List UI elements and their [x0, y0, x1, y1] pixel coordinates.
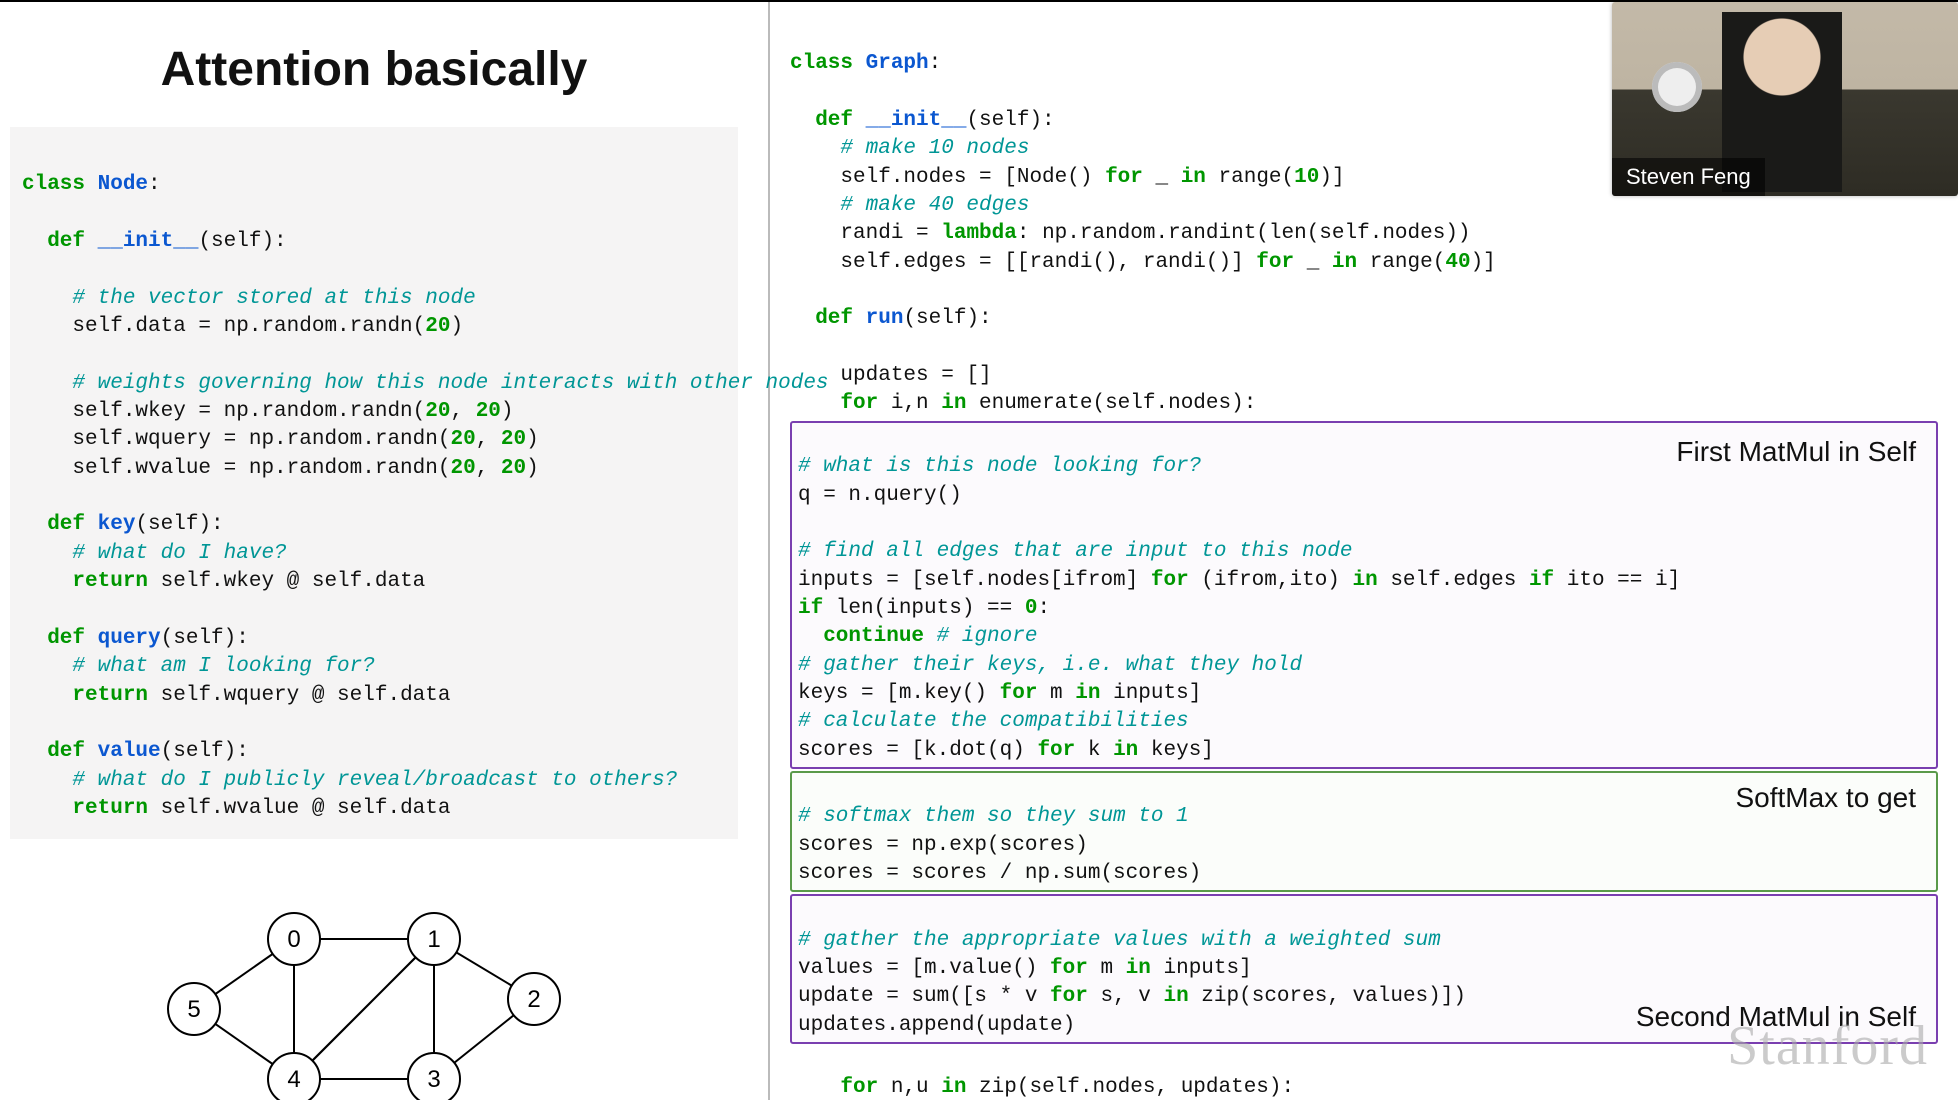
svg-text:4: 4 — [287, 1066, 300, 1093]
first-matmul-label: First MatMul in Self — [1676, 433, 1916, 471]
svg-text:0: 0 — [287, 926, 300, 953]
first-matmul-box: First MatMul in Self# what is this node … — [790, 421, 1938, 769]
softmax-box: SoftMax to get# softmax them so they sum… — [790, 771, 1938, 892]
webcam-overlay: Steven Feng — [1612, 2, 1958, 196]
svg-text:5: 5 — [187, 996, 200, 1023]
svg-text:1: 1 — [427, 926, 440, 953]
node-code-block: class Node: def __init__(self): # the ve… — [10, 127, 738, 839]
directed-graph-icon: 0 1 2 3 4 5 — [114, 879, 634, 1100]
left-column: Attention basically class Node: def __in… — [0, 2, 770, 1100]
svg-text:3: 3 — [427, 1066, 440, 1093]
presenter-name: Steven Feng — [1612, 158, 1765, 196]
right-column: class Graph: def __init__(self): # make … — [770, 2, 1958, 1100]
graph-diagram: 0 1 2 3 4 5 — [10, 879, 738, 1100]
softmax-label: SoftMax to get — [1735, 779, 1916, 817]
room-badge-icon — [1652, 62, 1702, 112]
slide-title: Attention basically — [10, 42, 738, 97]
svg-text:2: 2 — [527, 986, 540, 1013]
stanford-watermark: Stanford — [1727, 1014, 1928, 1078]
